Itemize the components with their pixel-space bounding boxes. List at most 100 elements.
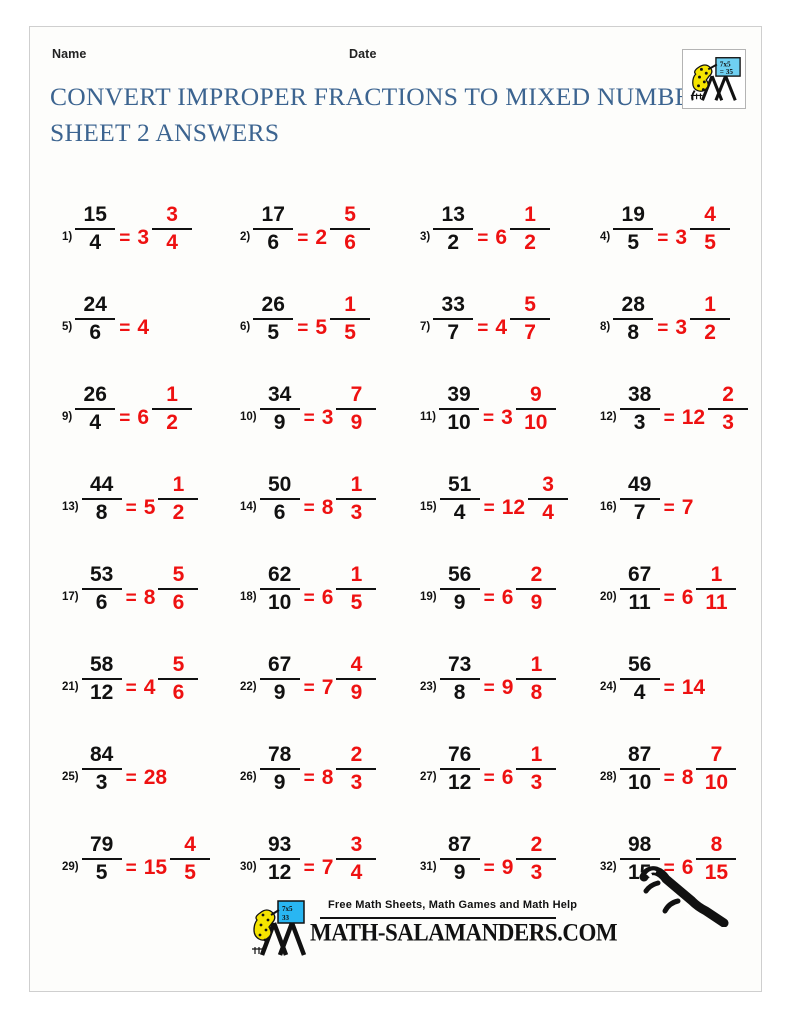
problem-4: 4) 19 5 = 3 4 5 xyxy=(600,195,731,281)
numerator: 67 xyxy=(267,653,292,676)
improper-fraction: 67 11 xyxy=(619,563,660,615)
answer-fraction: 15 xyxy=(336,563,377,615)
problem-2: 2) 17 6 = 2 5 6 xyxy=(240,195,371,281)
improper-fraction: 49 7 xyxy=(619,473,660,525)
numerator: 2 xyxy=(530,833,543,856)
fraction-bar xyxy=(439,588,480,590)
improper-fraction: 19 5 xyxy=(613,203,654,255)
numerator: 7 xyxy=(350,383,363,406)
problem-22: 22) 67 9 = 7 4 9 xyxy=(240,645,377,731)
footer-url[interactable]: MATH-SALAMANDERS.COM xyxy=(310,919,618,947)
denominator: 3 xyxy=(530,771,543,794)
problem-number: 18) xyxy=(240,591,257,603)
fraction-bar xyxy=(75,408,116,410)
problem-number: 4) xyxy=(600,231,611,243)
problem-25: 25) 84 3 = 28 xyxy=(62,735,210,821)
answer-fraction: 18 xyxy=(516,653,557,705)
fraction-bar xyxy=(515,408,556,410)
problem-number: 3) xyxy=(420,231,431,243)
fraction-bar xyxy=(619,768,660,770)
problem-13: 13) 44 8 = 5 1 2 xyxy=(62,465,199,551)
answer-whole-number: 12 xyxy=(681,406,706,429)
improper-fraction: 87 9 xyxy=(439,833,480,885)
numerator: 49 xyxy=(627,473,652,496)
fraction-bar xyxy=(619,408,660,410)
answer-fraction: 7 10 xyxy=(696,743,737,795)
problem-23: 23) 73 8 = 9 1 8 xyxy=(420,645,557,731)
numerator: 84 xyxy=(89,743,114,766)
fraction-bar xyxy=(613,318,654,320)
denominator: 10 xyxy=(704,771,729,794)
fraction-bar xyxy=(158,588,199,590)
numerator: 2 xyxy=(530,563,543,586)
denominator: 6 xyxy=(344,231,356,254)
answer-whole-number: 3 xyxy=(501,406,513,429)
date-label: Date xyxy=(349,47,377,61)
answer-fraction: 23 xyxy=(336,743,377,795)
problem-number: 16) xyxy=(600,501,617,513)
denominator: 10 xyxy=(447,411,471,434)
equals-sign: = xyxy=(483,768,495,789)
numerator: 1 xyxy=(344,293,356,316)
denominator: 9 xyxy=(453,591,466,614)
footer-tagline: Free Math Sheets, Math Games and Math He… xyxy=(328,899,578,911)
problem-row: 17) 53 6 = 8 5 6 18) 62 10 = 6 1 5 19) 56 9 = 6 2 9 20) 67 11 = 6… xyxy=(40,555,752,645)
numerator: 34 xyxy=(267,383,292,406)
equals-sign: = xyxy=(297,228,309,249)
fraction-bar xyxy=(81,498,122,500)
improper-fraction: 17 6 xyxy=(253,203,294,255)
answer-fraction: 23 xyxy=(516,833,557,885)
answer-fraction: 57 xyxy=(510,293,551,345)
numerator: 1 xyxy=(166,383,178,406)
problem-8: 8) 28 8 = 3 1 2 xyxy=(600,285,731,371)
fraction-bar xyxy=(336,588,377,590)
denominator: 9 xyxy=(273,681,286,704)
answer-whole-number: 3 xyxy=(675,226,688,249)
problem-number: 23) xyxy=(420,681,437,693)
problem-number: 10) xyxy=(240,411,257,423)
fraction-bar xyxy=(516,678,557,680)
salamander-icon xyxy=(639,866,729,928)
footer: 7x5 33 Free Math Sheets, Math Games and … xyxy=(30,866,763,969)
numerator: 1 xyxy=(350,473,363,496)
problem-18: 18) 62 10 = 6 1 5 xyxy=(240,555,377,641)
salamander-decoration xyxy=(630,857,750,928)
equals-sign: = xyxy=(483,498,495,519)
fraction-bar xyxy=(690,318,731,320)
denominator: 4 xyxy=(89,231,102,254)
fraction-bar xyxy=(81,858,122,860)
denominator: 6 xyxy=(89,321,102,344)
problem-number: 24) xyxy=(600,681,617,693)
header-logo: 7x5 = 35 xyxy=(682,49,746,109)
problem-17: 17) 53 6 = 8 5 6 xyxy=(62,555,199,641)
improper-fraction: 93 12 xyxy=(259,833,300,885)
numerator: 1 xyxy=(530,653,543,676)
improper-fraction: 67 9 xyxy=(259,653,300,705)
numerator: 79 xyxy=(89,833,114,856)
svg-text:33: 33 xyxy=(282,914,290,922)
fraction-bar xyxy=(528,498,569,500)
fraction-bar xyxy=(439,858,480,860)
problem-24: 24) 56 4 = 14 xyxy=(600,645,748,731)
improper-fraction: 79 5 xyxy=(81,833,122,885)
equals-sign: = xyxy=(303,408,315,429)
answer-fraction: 12 xyxy=(158,473,199,525)
numerator: 28 xyxy=(621,293,645,316)
problem-number: 2) xyxy=(240,231,251,243)
numerator: 1 xyxy=(704,293,716,316)
equals-sign: = xyxy=(119,228,131,249)
fraction-bar xyxy=(510,318,551,320)
numerator: 8 xyxy=(710,833,723,856)
problem-row: 9) 26 4 = 6 1 2 10) 34 9 = 3 7 9 11) 39 10 = 3 9 10 12) 38 3 = 12… xyxy=(40,375,752,465)
footer-salamander-blackboard-icon: 7x5 33 xyxy=(252,900,307,956)
problem-12: 12) 38 3 = 12 2 3 xyxy=(600,375,749,461)
problem-number: 21) xyxy=(62,681,79,693)
improper-fraction: 62 10 xyxy=(259,563,300,615)
name-label: Name xyxy=(52,47,87,61)
equals-sign: = xyxy=(663,678,675,699)
answer-whole-number: 6 xyxy=(495,226,508,249)
problem-number: 25) xyxy=(62,771,79,783)
fraction-bar xyxy=(259,678,300,680)
denominator: 10 xyxy=(627,771,652,794)
improper-fraction: 13 2 xyxy=(433,203,474,255)
